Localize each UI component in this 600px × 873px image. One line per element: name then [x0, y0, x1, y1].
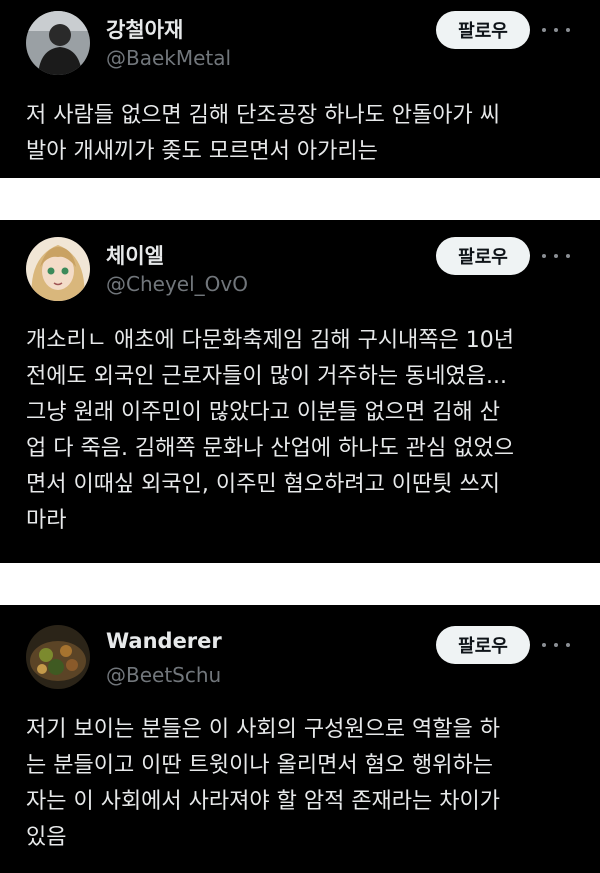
post-text-line: 저기 보이는 분들은 이 사회의 구성원으로 역할을 하: [26, 717, 500, 742]
display-name[interactable]: 체이엘: [106, 240, 164, 270]
user-handle[interactable]: @Cheyel_OvO: [106, 272, 248, 296]
more-options-icon[interactable]: [542, 20, 570, 40]
post-text-line: 발아 개새끼가 좆도 모르면서 아가리는: [26, 139, 378, 164]
post-text-line: 그냥 원래 이주민이 많았다고 이분들 없으면 김해 산: [26, 400, 500, 425]
post-text-line: 는 분들이고 이딴 트윗이나 올리면서 혐오 행위하는: [26, 753, 494, 778]
user-handle[interactable]: @BeetSchu: [106, 663, 221, 687]
post-text-line: 있음: [26, 825, 67, 850]
post-text-line: 자는 이 사회에서 사라져야 할 암적 존재라는 차이가: [26, 789, 500, 814]
avatar[interactable]: [26, 625, 90, 689]
post-text-line: 저 사람들 없으면 김해 단조공장 하나도 안돌아가 씨: [26, 103, 500, 128]
post-card[interactable]: Wanderer @BeetSchu 팔로우 저기 보이는 분들은 이 사회의 …: [0, 605, 600, 873]
display-name[interactable]: Wanderer: [106, 629, 222, 653]
avatar[interactable]: [26, 237, 90, 301]
avatar[interactable]: [26, 11, 90, 75]
post-text-line: 마라: [26, 508, 67, 533]
post-text-line: 전에도 외국인 근로자들이 많이 거주하는 동네였음...: [26, 364, 507, 389]
post-text: 저 사람들 없으면 김해 단조공장 하나도 안돌아가 씨 발아 개새끼가 좆도 …: [26, 98, 576, 170]
more-options-icon[interactable]: [542, 246, 570, 266]
follow-button[interactable]: 팔로우: [436, 11, 530, 49]
post-card[interactable]: 강철아재 @BaekMetal 팔로우 저 사람들 없으면 김해 단조공장 하나…: [0, 0, 600, 178]
post-text: 저기 보이는 분들은 이 사회의 구성원으로 역할을 하 는 분들이고 이딴 트…: [26, 712, 576, 856]
display-name[interactable]: 강철아재: [106, 14, 183, 44]
post-text-line: 면서 이때싶 외국인, 이주민 혐오하려고 이딴틧 쓰지: [26, 472, 500, 497]
follow-button[interactable]: 팔로우: [436, 237, 530, 275]
follow-button[interactable]: 팔로우: [436, 626, 530, 664]
more-options-icon[interactable]: [542, 635, 570, 655]
post-text: 개소리ㄴ 애초에 다문화축제임 김해 구시내쪽은 10년 전에도 외국인 근로자…: [26, 323, 576, 539]
post-text-line: 개소리ㄴ 애초에 다문화축제임 김해 구시내쪽은 10년: [26, 328, 515, 353]
user-handle[interactable]: @BaekMetal: [106, 46, 231, 70]
post-card[interactable]: 체이엘 @Cheyel_OvO 팔로우 개소리ㄴ 애초에 다문화축제임 김해 구…: [0, 220, 600, 563]
post-text-line: 업 다 죽음. 김해쪽 문화나 산업에 하나도 관심 없었으: [26, 436, 514, 461]
